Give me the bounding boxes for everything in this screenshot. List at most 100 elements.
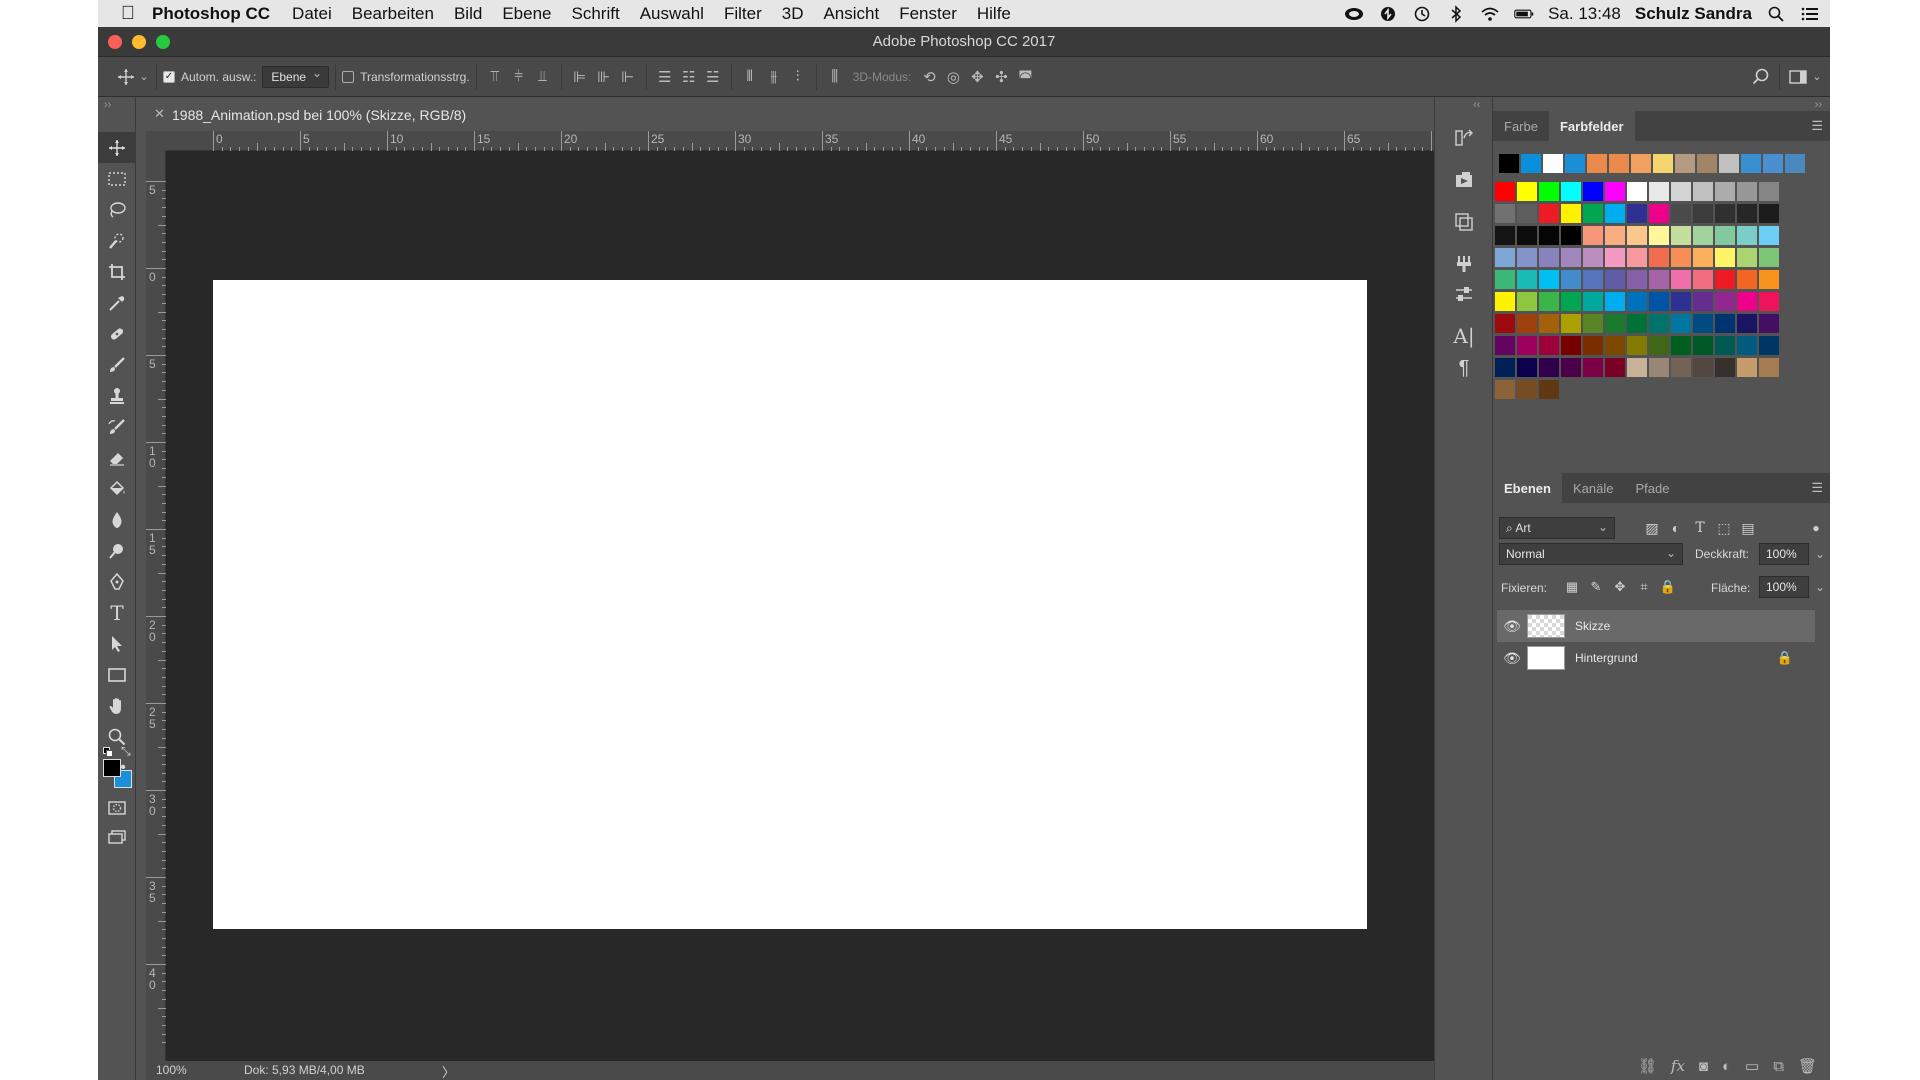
paragraph-panel-icon[interactable]: ¶ xyxy=(1447,353,1481,383)
color-swatch[interactable] xyxy=(1605,314,1625,333)
color-swatch[interactable] xyxy=(1583,204,1603,223)
color-swatch[interactable] xyxy=(1737,292,1757,311)
color-swatch[interactable] xyxy=(1627,226,1647,245)
color-swatch[interactable] xyxy=(1715,226,1735,245)
color-swatch[interactable] xyxy=(1693,204,1713,223)
layer-visibility-eye-icon[interactable]: 👁 xyxy=(1497,650,1527,667)
filter-shape-layers-icon[interactable]: ⬚ xyxy=(1713,517,1735,539)
color-swatch[interactable] xyxy=(1759,270,1779,289)
color-swatch[interactable] xyxy=(1627,292,1647,311)
color-swatch[interactable] xyxy=(1561,226,1581,245)
color-swatch[interactable] xyxy=(1495,358,1515,377)
color-swatch[interactable] xyxy=(1649,226,1669,245)
recent-swatch[interactable] xyxy=(1565,154,1585,173)
recent-swatch[interactable] xyxy=(1741,154,1761,173)
brush-tool-icon[interactable] xyxy=(98,349,136,380)
quick-selection-tool-icon[interactable] xyxy=(98,225,136,256)
color-swatch[interactable] xyxy=(1693,226,1713,245)
color-swatch[interactable] xyxy=(1583,358,1603,377)
menu-bild[interactable]: Bild xyxy=(454,4,482,24)
battery-icon[interactable] xyxy=(1514,5,1534,23)
collapse-toolbar-icon[interactable]: ›› xyxy=(104,99,111,111)
crop-tool-icon[interactable] xyxy=(98,256,136,287)
color-swatch[interactable] xyxy=(1495,380,1515,399)
document-tab[interactable]: ✕ 1988_Animation.psd bei 100% (Skizze, R… xyxy=(146,101,512,129)
recent-swatch[interactable] xyxy=(1587,154,1607,173)
layer-name[interactable]: Hintergrund xyxy=(1575,651,1638,665)
adjustments-panel-icon[interactable] xyxy=(1447,279,1481,309)
color-swatch[interactable] xyxy=(1539,248,1559,267)
blur-tool-icon[interactable] xyxy=(98,504,136,535)
rectangle-tool-icon[interactable] xyxy=(98,659,136,690)
recent-swatch[interactable] xyxy=(1697,154,1717,173)
color-swatch[interactable] xyxy=(1627,204,1647,223)
color-swatch[interactable] xyxy=(1605,226,1625,245)
menu-fenster[interactable]: Fenster xyxy=(899,4,957,24)
search-icon[interactable] xyxy=(1749,65,1773,89)
lock-artboard-icon[interactable]: ⌗ xyxy=(1633,576,1655,598)
color-swatch[interactable] xyxy=(1649,270,1669,289)
menu-auswahl[interactable]: Auswahl xyxy=(640,4,704,24)
layer-row[interactable]: 👁 Skizze xyxy=(1497,610,1815,642)
color-swatch[interactable] xyxy=(1539,336,1559,355)
menubar-user[interactable]: Schulz Sandra xyxy=(1635,4,1752,24)
document-size-info[interactable]: Dok: 5,93 MB/4,00 MB xyxy=(244,1063,365,1077)
wifi-icon[interactable] xyxy=(1480,5,1500,23)
color-swatch[interactable] xyxy=(1495,226,1515,245)
color-swatch[interactable] xyxy=(1693,248,1713,267)
brush-presets-panel-icon[interactable] xyxy=(1447,249,1481,279)
color-swatch[interactable] xyxy=(1517,204,1537,223)
color-swatch[interactable] xyxy=(1737,358,1757,377)
color-swatch[interactable] xyxy=(1517,182,1537,201)
color-swatch[interactable] xyxy=(1539,182,1559,201)
recent-swatch[interactable] xyxy=(1609,154,1629,173)
color-swatch[interactable] xyxy=(1627,270,1647,289)
workspace-switcher-icon[interactable] xyxy=(1786,65,1810,89)
color-swatch[interactable] xyxy=(1715,358,1735,377)
horizontal-ruler[interactable]: 0510152025303540455055606570 xyxy=(166,131,1468,151)
color-swatch[interactable] xyxy=(1539,292,1559,311)
color-swatch[interactable] xyxy=(1671,358,1691,377)
color-swatch[interactable] xyxy=(1583,248,1603,267)
color-swatch[interactable] xyxy=(1539,314,1559,333)
color-swatch[interactable] xyxy=(1517,336,1537,355)
color-swatch[interactable] xyxy=(1693,336,1713,355)
recent-swatch[interactable] xyxy=(1719,154,1739,173)
filter-smart-objects-icon[interactable]: ▤ xyxy=(1737,517,1759,539)
distribute-right-icon[interactable]: ⫶ xyxy=(786,65,810,89)
color-swatch[interactable] xyxy=(1605,248,1625,267)
color-swatch[interactable] xyxy=(1517,270,1537,289)
color-swatch[interactable] xyxy=(1759,226,1779,245)
color-swatch[interactable] xyxy=(1561,336,1581,355)
recent-swatch[interactable] xyxy=(1675,154,1695,173)
color-swatch[interactable] xyxy=(1517,226,1537,245)
move-tool-icon[interactable] xyxy=(98,132,136,163)
3d-pan-icon[interactable]: ✥ xyxy=(965,65,989,89)
canvas-workspace[interactable] xyxy=(166,151,1468,1061)
status-menu-chevron-right-icon[interactable]: 〉 xyxy=(442,1062,455,1080)
color-swatch[interactable] xyxy=(1759,248,1779,267)
color-swatch[interactable] xyxy=(1649,358,1669,377)
lock-image-pixels-icon[interactable]: ✎ xyxy=(1585,576,1607,598)
zoom-level[interactable]: 100% xyxy=(156,1063,187,1077)
opacity-field[interactable]: 100% xyxy=(1759,543,1809,565)
color-swatch[interactable] xyxy=(1737,336,1757,355)
color-swatch[interactable] xyxy=(1539,358,1559,377)
color-swatch[interactable] xyxy=(1649,314,1669,333)
add-mask-icon[interactable]: ◙ xyxy=(1699,1058,1708,1075)
color-swatch[interactable] xyxy=(1649,182,1669,201)
color-swatch[interactable] xyxy=(1737,248,1757,267)
auto-select-target-dropdown[interactable]: Ebene xyxy=(262,65,330,88)
delete-layer-icon[interactable]: 🗑 xyxy=(1798,1057,1817,1075)
align-bottom-edges-icon[interactable]: ⫫ xyxy=(531,65,555,89)
color-swatch[interactable] xyxy=(1495,270,1515,289)
color-swatch[interactable] xyxy=(1583,336,1603,355)
menubar-clock[interactable]: Sa. 13:48 xyxy=(1548,4,1621,24)
color-swatch[interactable] xyxy=(1671,248,1691,267)
layer-comps-panel-icon[interactable] xyxy=(1447,207,1481,237)
time-machine-icon[interactable] xyxy=(1412,5,1432,23)
path-selection-tool-icon[interactable] xyxy=(98,628,136,659)
collapse-dock-icon[interactable]: ‹‹ xyxy=(1473,99,1480,111)
apple-icon[interactable]:  xyxy=(108,3,148,25)
color-swatch[interactable] xyxy=(1539,380,1559,399)
